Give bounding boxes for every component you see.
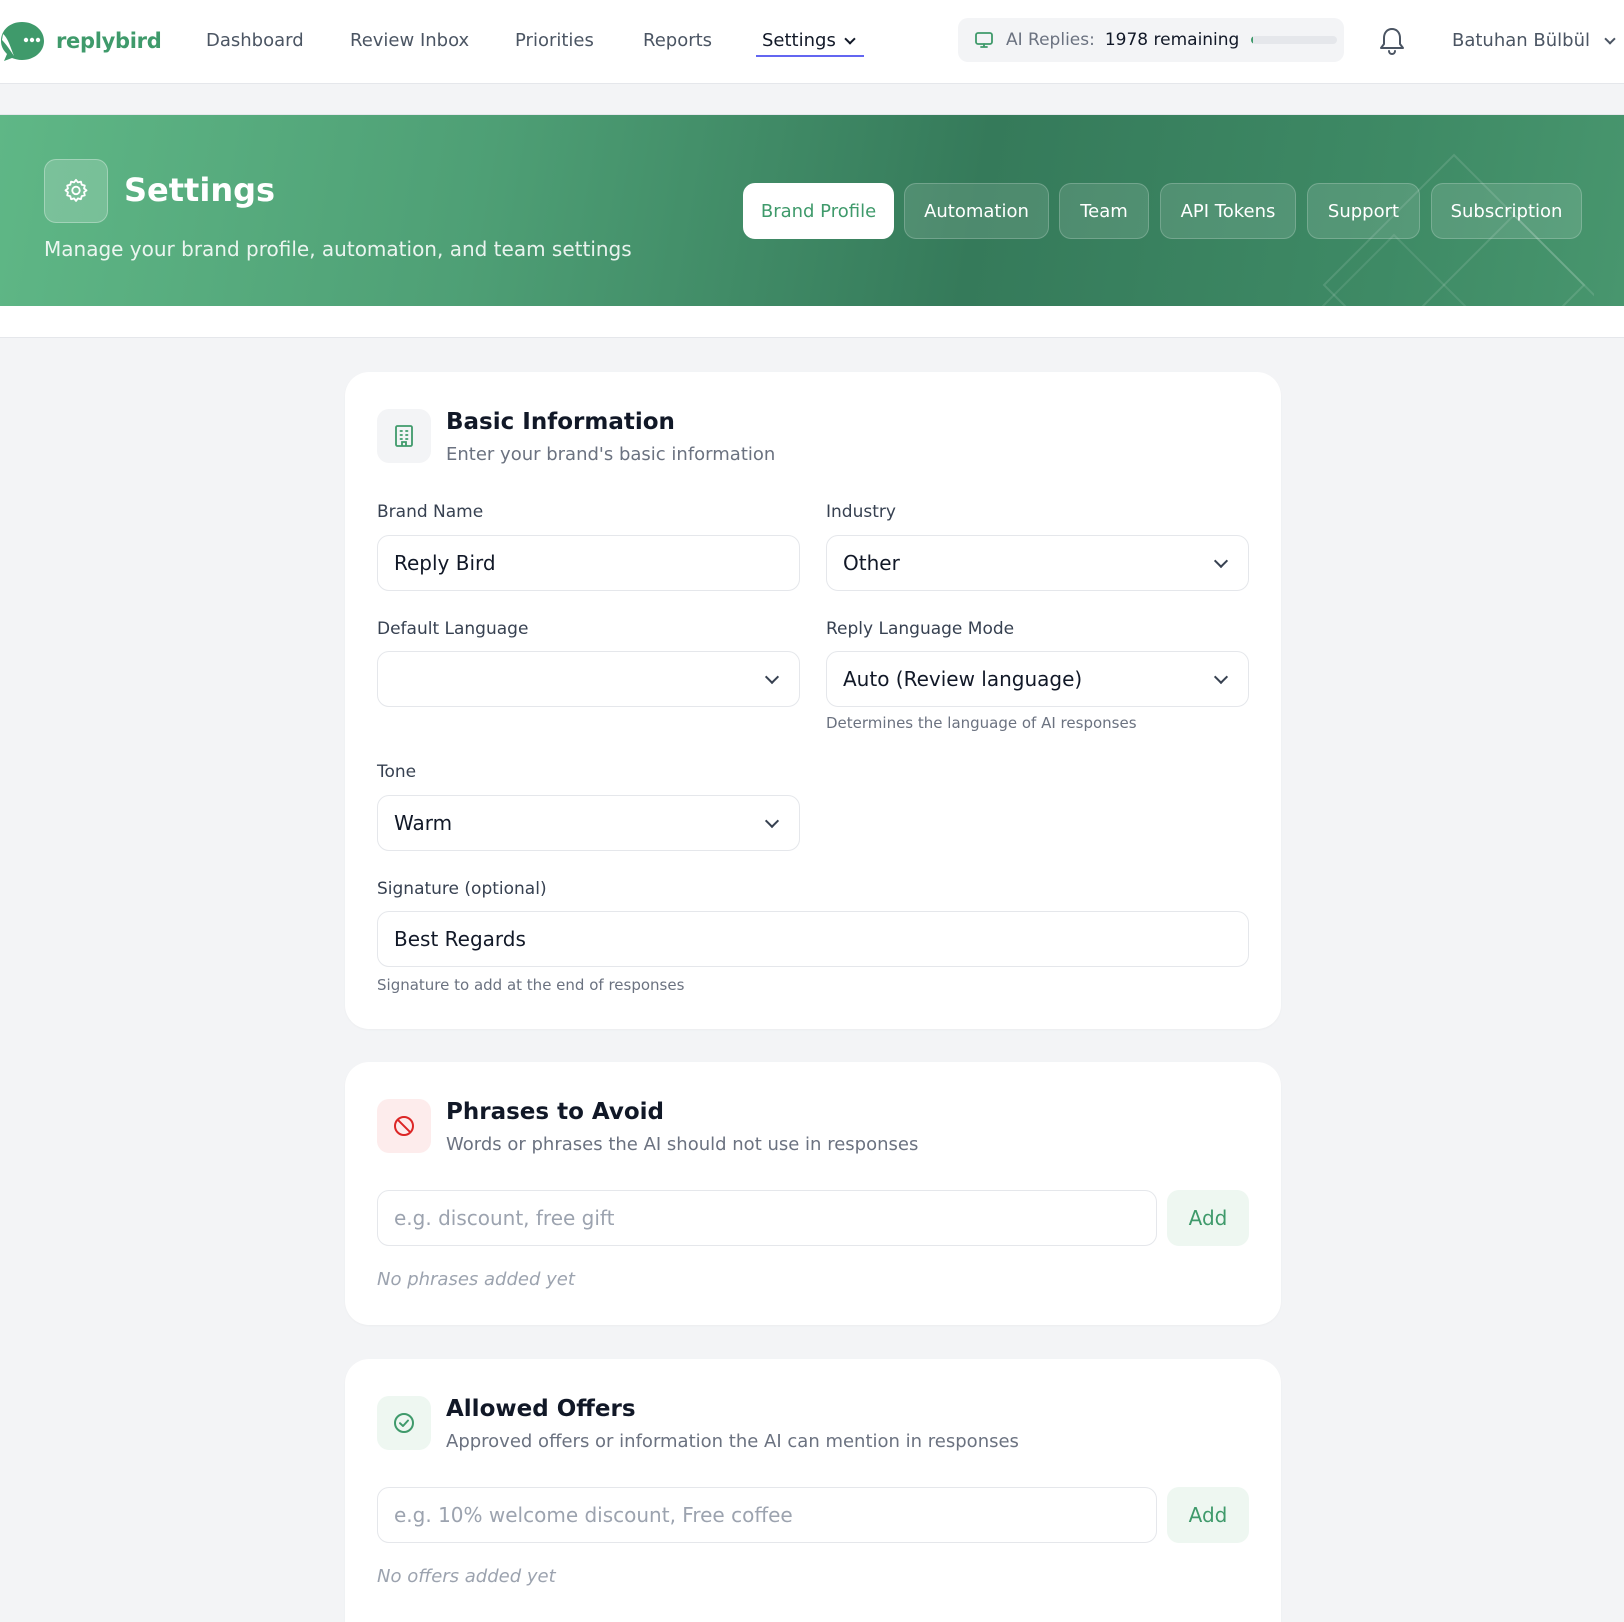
user-name: Batuhan Bülbül — [1452, 30, 1591, 51]
tone-label: Tone — [377, 762, 417, 782]
tab-subscription[interactable]: Subscription — [1431, 183, 1582, 239]
logo-text: replybird — [56, 29, 162, 53]
nav-settings-label: Settings — [762, 30, 836, 51]
card-title: Phrases to Avoid — [446, 1099, 665, 1125]
credits-value: 1978 remaining — [1104, 30, 1240, 50]
credits-progress-fill — [1251, 36, 1254, 44]
credits-label: AI Replies: — [1006, 30, 1095, 50]
top-navbar: replybird Dashboard Review Inbox Priorit… — [0, 0, 1624, 84]
tab-support[interactable]: Support — [1307, 183, 1420, 239]
gear-icon — [64, 178, 88, 202]
chevron-down-icon — [1604, 33, 1616, 45]
nav-review-inbox[interactable]: Review Inbox — [350, 30, 469, 51]
page-subtitle: Manage your brand profile, automation, a… — [44, 237, 632, 261]
check-circle-icon-badge — [377, 1396, 431, 1450]
chevron-down-icon — [844, 33, 856, 45]
basic-information-card: Basic Information Enter your brand's bas… — [345, 372, 1281, 1029]
brand-name-label: Brand Name — [377, 502, 484, 522]
tab-api-tokens[interactable]: API Tokens — [1160, 183, 1296, 239]
card-title: Allowed Offers — [446, 1396, 636, 1422]
signature-label: Signature (optional) — [377, 879, 547, 899]
offers-empty-state: No offers added yet — [377, 1566, 556, 1587]
chevron-down-icon — [1213, 669, 1229, 685]
page-title: Settings — [124, 171, 276, 209]
settings-header-banner: Settings Manage your brand profile, auto… — [0, 114, 1624, 306]
industry-label: Industry — [826, 502, 896, 522]
offer-input[interactable] — [377, 1487, 1157, 1543]
phrases-empty-state: No phrases added yet — [377, 1269, 575, 1290]
user-menu[interactable]: Batuhan Bülbül — [1452, 30, 1616, 51]
chevron-down-icon — [1213, 553, 1229, 569]
card-subtitle: Words or phrases the AI should not use i… — [446, 1134, 919, 1155]
phrases-to-avoid-card: Phrases to Avoid Words or phrases the AI… — [345, 1062, 1281, 1325]
nav-reports[interactable]: Reports — [643, 30, 712, 51]
card-subtitle: Approved offers or information the AI ca… — [446, 1431, 1019, 1452]
chevron-down-icon — [764, 669, 780, 685]
industry-value: Other — [843, 551, 900, 575]
signature-input[interactable] — [377, 911, 1249, 967]
banner-bottom-strip — [0, 306, 1624, 338]
reply-language-mode-label: Reply Language Mode — [826, 619, 1015, 639]
default-language-select[interactable] — [377, 651, 800, 707]
ai-replies-credits: AI Replies: 1978 remaining — [958, 18, 1344, 62]
monitor-icon — [975, 32, 993, 48]
settings-gear-badge — [44, 159, 108, 223]
add-phrase-button[interactable]: Add — [1167, 1190, 1249, 1246]
phrase-input[interactable] — [377, 1190, 1157, 1246]
card-title: Basic Information — [446, 409, 675, 435]
card-subtitle: Enter your brand's basic information — [446, 444, 776, 465]
nav-dashboard[interactable]: Dashboard — [206, 30, 304, 51]
reply-language-mode-select[interactable]: Auto (Review language) — [826, 651, 1249, 707]
add-offer-button[interactable]: Add — [1167, 1487, 1249, 1543]
building-icon — [395, 425, 413, 447]
nav-priorities[interactable]: Priorities — [515, 30, 594, 51]
logo-bird-icon — [1, 22, 44, 61]
building-icon-badge — [377, 409, 431, 463]
bell-icon[interactable] — [1378, 26, 1406, 56]
ban-icon — [394, 1116, 414, 1136]
default-language-label: Default Language — [377, 619, 529, 639]
tab-brand-profile[interactable]: Brand Profile — [743, 183, 894, 239]
nav-active-underline — [756, 55, 864, 57]
tone-select[interactable]: Warm — [377, 795, 800, 851]
signature-hint: Signature to add at the end of responses — [377, 976, 685, 994]
reply-language-mode-hint: Determines the language of AI responses — [826, 714, 1137, 732]
industry-select[interactable]: Other — [826, 535, 1249, 591]
reply-language-mode-value: Auto (Review language) — [843, 667, 1083, 691]
tab-team[interactable]: Team — [1059, 183, 1149, 239]
credits-progress-bar — [1251, 36, 1338, 44]
nav-settings[interactable]: Settings — [762, 30, 856, 51]
allowed-offers-card: Allowed Offers Approved offers or inform… — [345, 1359, 1281, 1622]
ban-icon-badge — [377, 1099, 431, 1153]
check-circle-icon — [394, 1413, 414, 1433]
logo[interactable]: replybird — [0, 20, 162, 62]
brand-name-input[interactable] — [377, 535, 800, 591]
tone-value: Warm — [394, 811, 453, 835]
chevron-down-icon — [764, 813, 780, 829]
tab-automation[interactable]: Automation — [904, 183, 1049, 239]
